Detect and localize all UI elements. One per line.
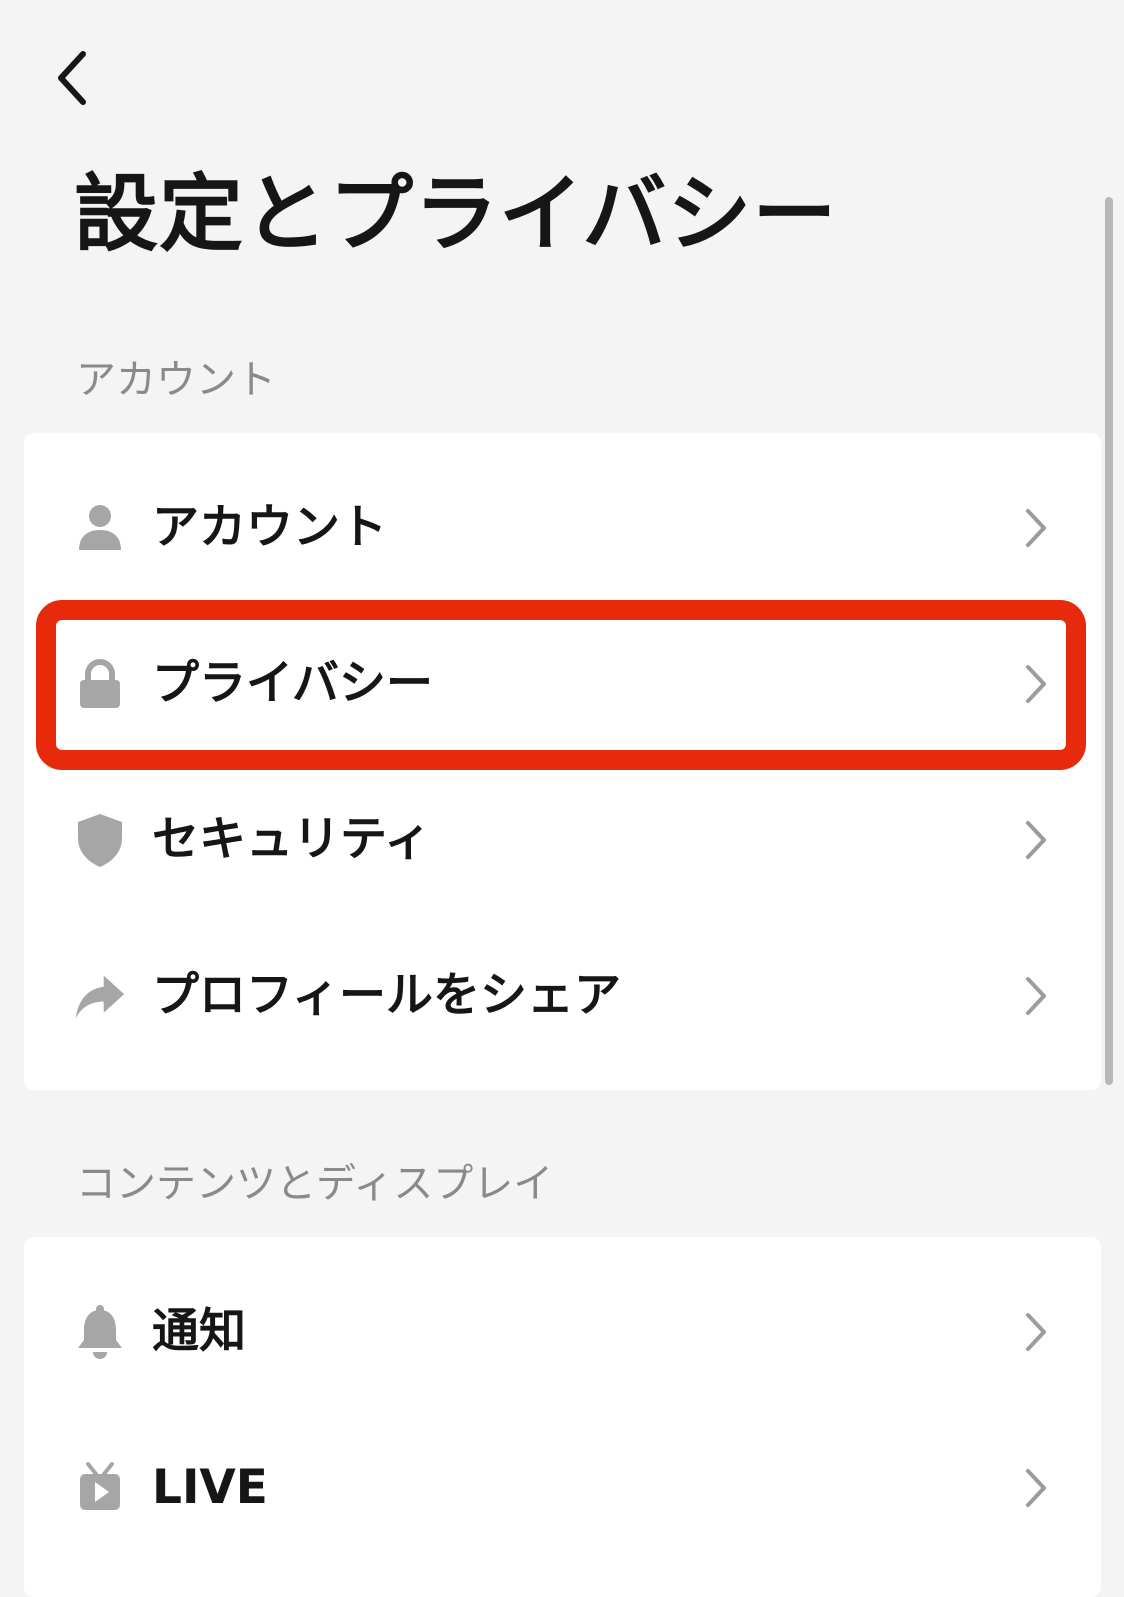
- live-tv-icon: [74, 1462, 126, 1514]
- settings-item-live[interactable]: LIVE: [24, 1410, 1101, 1566]
- settings-item-privacy[interactable]: プライバシー: [24, 606, 1101, 762]
- settings-item-notifications[interactable]: 通知: [24, 1254, 1101, 1410]
- chevron-left-icon: [58, 51, 86, 105]
- scrollbar[interactable]: [1105, 197, 1113, 1085]
- settings-item-share-profile[interactable]: プロフィールをシェア: [24, 918, 1101, 1074]
- settings-item-account[interactable]: アカウント: [24, 450, 1101, 606]
- person-icon: [74, 502, 126, 554]
- settings-item-security[interactable]: セキュリティ: [24, 762, 1101, 918]
- share-icon: [74, 970, 126, 1022]
- section-label-account: アカウント: [76, 357, 276, 403]
- chevron-right-icon: [1021, 820, 1051, 860]
- account-settings-card: アカウント プライバシー セキュリティ プロフィールをシェア: [24, 433, 1101, 1090]
- settings-item-label: 通知: [152, 1304, 246, 1359]
- settings-item-label: LIVE: [152, 1460, 268, 1515]
- content-display-card: 通知 LIVE: [24, 1237, 1101, 1597]
- settings-item-label: プロフィールをシェア: [152, 968, 622, 1023]
- section-label-content-display: コンテンツとディスプレイ: [76, 1161, 554, 1207]
- lock-icon: [74, 658, 126, 710]
- settings-item-label: プライバシー: [152, 656, 434, 711]
- shield-icon: [74, 814, 126, 867]
- chevron-right-icon: [1021, 508, 1051, 548]
- chevron-right-icon: [1021, 1468, 1051, 1508]
- chevron-right-icon: [1021, 976, 1051, 1016]
- settings-item-label: アカウント: [152, 500, 387, 555]
- back-button[interactable]: [36, 40, 106, 116]
- bell-icon: [74, 1305, 126, 1359]
- chevron-right-icon: [1021, 1312, 1051, 1352]
- page-title: 設定とプライバシー: [74, 165, 838, 263]
- settings-item-label: セキュリティ: [152, 812, 432, 867]
- chevron-right-icon: [1021, 664, 1051, 704]
